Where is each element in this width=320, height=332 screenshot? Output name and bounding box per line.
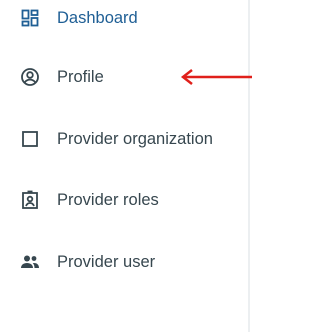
sidebar-item-label: Provider user (57, 252, 156, 271)
account-circle-icon (20, 67, 40, 87)
sidebar-item-label: Provider roles (57, 190, 159, 209)
sidebar-item-dashboard[interactable]: Dashboard (0, 0, 248, 38)
people-icon (20, 252, 40, 272)
sidebar-nav: Dashboard Profile Provider organization (0, 0, 250, 332)
square-outline-icon (20, 129, 40, 149)
sidebar-item-label: Provider organization (57, 129, 213, 148)
sidebar-item-provider-user[interactable]: Provider user (0, 242, 248, 282)
red-arrow-annotation (180, 69, 252, 85)
dashboard-icon (20, 8, 40, 28)
sidebar-item-provider-roles[interactable]: Provider roles (0, 180, 248, 220)
sidebar-item-label: Dashboard (57, 8, 138, 27)
badge-icon (20, 190, 40, 210)
sidebar-item-provider-organization[interactable]: Provider organization (0, 119, 248, 159)
sidebar-item-label: Profile (57, 67, 104, 86)
